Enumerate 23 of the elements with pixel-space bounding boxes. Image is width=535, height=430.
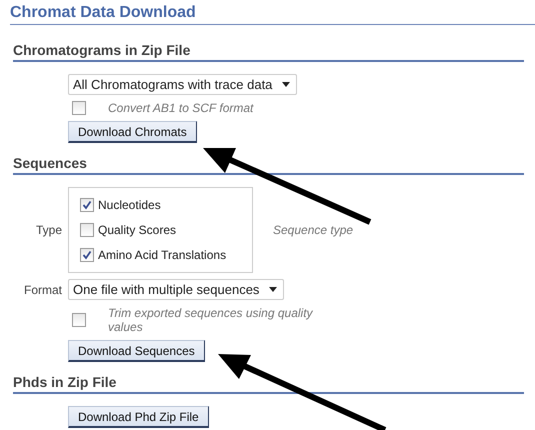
field-label: Format <box>22 282 62 296</box>
option-label: Nucleotides <box>98 198 161 212</box>
option-label: Amino Acid Translations <box>98 248 226 262</box>
checkbox-label: Trim exported sequences using quality values <box>108 306 314 334</box>
checkbox[interactable] <box>80 223 94 237</box>
download-button[interactable]: Download Phd Zip File <box>68 406 209 428</box>
checkbox[interactable] <box>72 101 86 115</box>
section-heading: Chromatograms in Zip File <box>13 42 524 62</box>
hint-text: Sequence type <box>273 223 354 237</box>
download-button[interactable]: Download Sequences <box>68 340 205 362</box>
checkbox[interactable] <box>80 198 94 212</box>
checkbox[interactable] <box>72 313 86 327</box>
download-button[interactable]: Download Chromats <box>68 121 197 143</box>
dropdown[interactable]: All Chromatograms with trace data <box>68 74 298 95</box>
dropdown[interactable]: One file with multiple sequences <box>68 279 284 300</box>
option-label: Quality Scores <box>98 223 176 237</box>
field-label: Type <box>34 223 62 237</box>
section-heading: Phds in Zip File <box>13 374 524 394</box>
checkbox-label: Convert AB1 to SCF format <box>108 101 255 115</box>
page-title: Chromat Data Download <box>10 4 535 25</box>
checkbox[interactable] <box>80 248 94 262</box>
caret-icon <box>282 82 290 87</box>
caret-icon <box>269 287 278 292</box>
